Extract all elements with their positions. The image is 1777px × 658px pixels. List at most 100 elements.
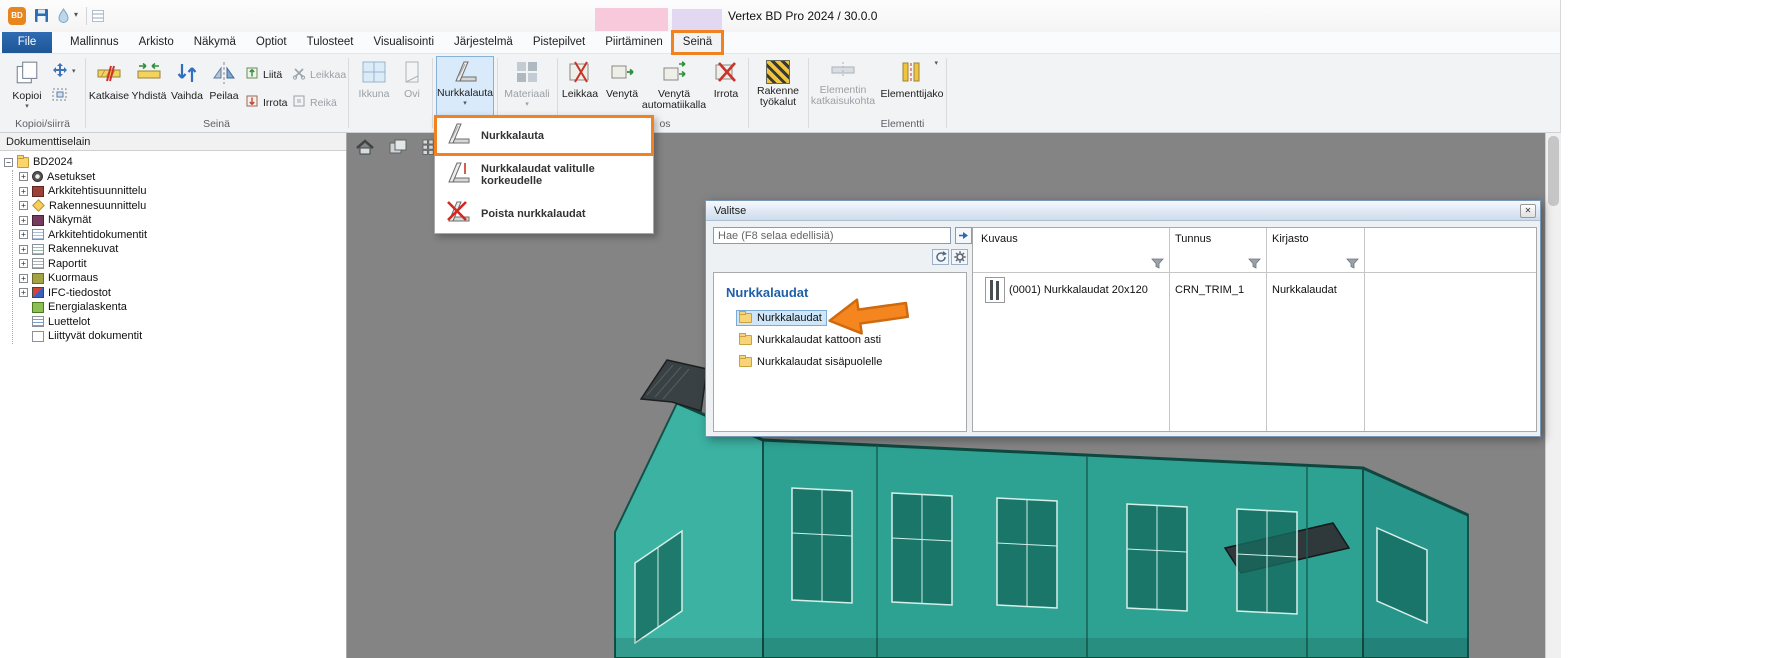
liita-button[interactable]: Liitä bbox=[245, 66, 282, 83]
scrollbar-thumb[interactable] bbox=[1548, 136, 1559, 206]
cell-tunnus[interactable]: CRN_TRIM_1 bbox=[1175, 284, 1244, 296]
column-divider bbox=[1364, 228, 1365, 431]
expand-icon[interactable]: + bbox=[19, 288, 28, 297]
filter-icon[interactable] bbox=[1151, 257, 1164, 275]
tree-item-rakennekuvat[interactable]: + Rakennekuvat bbox=[19, 242, 346, 257]
expand-icon[interactable]: + bbox=[19, 274, 28, 283]
annotation-highlight-lavender bbox=[672, 9, 722, 31]
elementtijako-button[interactable]: ▾ Elementtijako bbox=[880, 58, 944, 124]
expand-icon[interactable]: + bbox=[19, 187, 28, 196]
tab-piirtaminen[interactable]: Piirtäminen bbox=[595, 32, 673, 53]
tree-item-kuormaus[interactable]: + Kuormaus bbox=[19, 271, 346, 286]
home-view-icon[interactable] bbox=[353, 138, 377, 156]
expand-icon[interactable]: + bbox=[19, 245, 28, 254]
document-browser-panel: Dokumenttiselain − BD2024 + Asetukset + … bbox=[0, 133, 347, 658]
quick-access-caret-icon[interactable]: ▾ bbox=[74, 10, 78, 19]
expand-icon[interactable]: + bbox=[19, 259, 28, 268]
tree-item-nakymat[interactable]: + Näkymät bbox=[19, 213, 346, 228]
search-input[interactable] bbox=[713, 227, 951, 244]
ikkuna-button[interactable]: Ikkuna bbox=[354, 58, 394, 124]
ribbon-options-icon[interactable] bbox=[92, 10, 104, 22]
tree-item-energialaskenta[interactable]: Energialaskenta bbox=[19, 300, 346, 315]
leikkaa-small-button[interactable]: Leikkaa bbox=[292, 66, 346, 83]
tree-item-arkkitehtisuunnittelu[interactable]: + Arkkitehtisuunnittelu bbox=[19, 184, 346, 199]
folder-item-nurkkalaudat-sisapuolelle[interactable]: Nurkkalaudat sisäpuolelle bbox=[736, 354, 887, 370]
elementin-katkaisukohta-button[interactable]: Elementin katkaisukohta bbox=[812, 58, 874, 124]
tab-nakyma[interactable]: Näkymä bbox=[184, 32, 246, 53]
siirra-button[interactable]: ▾ bbox=[52, 62, 76, 81]
irrota-small-button[interactable]: Irrota bbox=[245, 94, 288, 111]
tab-visualisointi[interactable]: Visualisointi bbox=[364, 32, 445, 53]
cell-kirjasto[interactable]: Nurkkalaudat bbox=[1272, 284, 1337, 296]
search-go-button[interactable] bbox=[955, 227, 972, 244]
tree-item-luettelot[interactable]: Luettelot bbox=[19, 315, 346, 330]
tab-optiot[interactable]: Optiot bbox=[246, 32, 297, 53]
collapse-icon[interactable]: − bbox=[4, 158, 13, 167]
document-browser-header: Dokumenttiselain bbox=[0, 133, 346, 151]
cell-kuvaus[interactable]: (0001) Nurkkalaudat 20x120 bbox=[1009, 284, 1148, 296]
window-icon bbox=[361, 60, 387, 87]
dialog-title: Valitse bbox=[714, 205, 746, 217]
ovi-button[interactable]: Ovi bbox=[398, 58, 426, 124]
rakenne-tyokalut-button[interactable]: Rakenne työkalut bbox=[751, 58, 805, 124]
tab-jarjestelma[interactable]: Järjestelmä bbox=[444, 32, 523, 53]
tree-item-raportit[interactable]: + Raportit bbox=[19, 257, 346, 272]
vertical-scrollbar[interactable] bbox=[1545, 133, 1561, 658]
views-icon bbox=[32, 215, 44, 226]
expand-icon[interactable]: + bbox=[19, 201, 28, 210]
tree-item-rakennesuunnittelu[interactable]: + Rakennesuunnittelu bbox=[19, 199, 346, 214]
energy-icon bbox=[32, 302, 44, 313]
tab-file[interactable]: File bbox=[2, 32, 52, 53]
quick-tool-icon[interactable] bbox=[57, 8, 70, 28]
kopioi-button[interactable]: Kopioi ▾ bbox=[6, 58, 48, 124]
tree-item-label: Kuormaus bbox=[48, 272, 98, 284]
expand-icon[interactable]: + bbox=[19, 230, 28, 239]
expand-icon[interactable]: + bbox=[19, 216, 28, 225]
tree-item-arkkitehtidokumentit[interactable]: + Arkkitehtidokumentit bbox=[19, 228, 346, 243]
select-move-button[interactable] bbox=[52, 88, 68, 105]
tree-item-label: Näkymät bbox=[48, 214, 91, 226]
tab-arkisto[interactable]: Arkisto bbox=[129, 32, 184, 53]
screen: BD ▾ Vertex BD Pro 2024 / 30.0.0 File Ma… bbox=[0, 0, 1777, 658]
app-logo-icon[interactable]: BD bbox=[8, 7, 26, 25]
katkaise-button[interactable]: Katkaise bbox=[90, 58, 128, 124]
column-divider bbox=[1266, 228, 1267, 431]
cascade-windows-icon[interactable] bbox=[386, 138, 410, 156]
folder-icon bbox=[17, 157, 29, 168]
expand-icon[interactable]: + bbox=[19, 172, 28, 181]
tab-tulosteet[interactable]: Tulosteet bbox=[297, 32, 364, 53]
filter-icon[interactable] bbox=[1248, 257, 1261, 275]
column-header-kirjasto[interactable]: Kirjasto bbox=[1272, 233, 1309, 245]
tab-pistepilvet[interactable]: Pistepilvet bbox=[523, 32, 595, 53]
tree-item-liittyvat-dokumentit[interactable]: Liittyvät dokumentit bbox=[19, 329, 346, 344]
yhdista-button[interactable]: Yhdistä bbox=[130, 58, 168, 124]
peilaa-button[interactable]: Peilaa bbox=[206, 58, 242, 124]
ribbon-separator bbox=[946, 58, 947, 128]
filter-icon[interactable] bbox=[1346, 257, 1359, 275]
tree-item-root[interactable]: − BD2024 bbox=[4, 155, 346, 170]
folder-item-nurkkalaudat[interactable]: Nurkkalaudat bbox=[736, 310, 827, 326]
menu-item-nurkkalauta[interactable]: Nurkkalauta bbox=[435, 116, 653, 155]
column-header-tunnus[interactable]: Tunnus bbox=[1175, 233, 1211, 245]
tree-item-label: Asetukset bbox=[47, 171, 95, 183]
refresh-button[interactable] bbox=[932, 249, 949, 265]
dialog-close-button[interactable]: ✕ bbox=[1520, 204, 1536, 218]
dialog-titlebar[interactable]: Valitse bbox=[706, 201, 1540, 221]
folder-icon bbox=[739, 357, 752, 367]
menu-item-nurkkalaudat-valitulle-korkeudelle[interactable]: Nurkkalaudat valitulle korkeudelle bbox=[435, 155, 653, 194]
annotation-highlight-pink bbox=[595, 8, 668, 31]
materiaali-caret-icon: ▾ bbox=[525, 102, 529, 108]
gear-icon bbox=[954, 251, 966, 263]
reika-button[interactable]: Reikä bbox=[292, 94, 337, 111]
vaihda-button[interactable]: Vaihda bbox=[170, 58, 204, 124]
tab-seina[interactable]: Seinä bbox=[673, 32, 722, 53]
menu-item-poista-nurkkalaudat[interactable]: Poista nurkkalaudat bbox=[435, 194, 653, 233]
list-icon bbox=[32, 316, 44, 327]
tree-item-asetukset[interactable]: + Asetukset bbox=[19, 170, 346, 185]
column-header-kuvaus[interactable]: Kuvaus bbox=[981, 233, 1018, 245]
tree-item-ifc-tiedostot[interactable]: + IFC-tiedostot bbox=[19, 286, 346, 301]
irrota-button[interactable]: Irrota bbox=[706, 58, 746, 124]
save-icon[interactable] bbox=[34, 8, 49, 28]
settings-button[interactable] bbox=[951, 249, 968, 265]
tab-mallinnus[interactable]: Mallinnus bbox=[60, 32, 129, 53]
